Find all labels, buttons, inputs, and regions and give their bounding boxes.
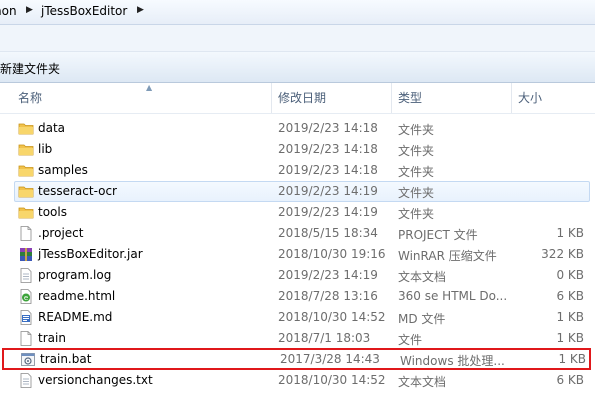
file-name: README.md: [38, 310, 113, 324]
md-file-icon: [18, 310, 34, 325]
sort-ascending-icon: ▲: [146, 83, 153, 92]
file-type: Windows 批处理...: [400, 354, 505, 368]
text-file-icon: [18, 268, 34, 283]
text-file-icon: [18, 373, 34, 388]
folder-icon: [18, 163, 34, 178]
batch-gear-icon: [20, 352, 36, 367]
column-date[interactable]: 修改日期: [272, 83, 392, 113]
menu-bar: (: [0, 25, 595, 52]
file-size: 6 KB: [556, 373, 584, 387]
breadcrumb-current[interactable]: jTessBoxEditor: [41, 4, 127, 18]
column-name[interactable]: 名称 ▲: [12, 83, 272, 113]
file-row-jar[interactable]: jTessBoxEditor.jar 2018/10/30 19:16 WinR…: [14, 244, 590, 265]
file-row-project[interactable]: .project 2018/5/15 18:34 PROJECT 文件 1 KB: [14, 223, 590, 244]
address-bar[interactable]: non ▶ jTessBoxEditor ▶: [0, 0, 595, 25]
file-row-samples[interactable]: samples 2019/2/23 14:18 文件夹: [14, 160, 590, 181]
file-type: 文本文档: [398, 270, 447, 284]
file-type: PROJECT 文件: [398, 228, 478, 242]
file-date: 2019/2/23 14:19: [278, 268, 378, 282]
column-type[interactable]: 类型: [392, 83, 512, 113]
browser-html-icon: e: [18, 289, 34, 304]
breadcrumb-parent[interactable]: non: [0, 4, 17, 18]
folder-icon: [18, 205, 34, 220]
file-type: 文件夹: [398, 186, 435, 200]
file-date: 2017/3/28 14:43: [280, 352, 380, 366]
command-toolbar: 新建文件夹: [0, 52, 595, 83]
file-row-readme-md[interactable]: README.md 2018/10/30 14:52 MD 文件 1 KB: [14, 307, 590, 328]
file-size: 1 KB: [558, 352, 586, 366]
folder-icon: [18, 121, 34, 136]
file-row-data[interactable]: data 2019/2/23 14:18 文件夹: [14, 118, 590, 139]
file-size: 0 KB: [556, 268, 584, 282]
file-type: 文件夹: [398, 207, 435, 221]
file-date: 2018/10/30 19:16: [278, 247, 386, 261]
blank-file-icon: [18, 331, 34, 346]
file-row-lib[interactable]: lib 2019/2/23 14:18 文件夹: [14, 139, 590, 160]
svg-text:e: e: [24, 294, 28, 302]
file-row-tesseract-ocr[interactable]: tesseract-ocr 2019/2/23 14:19 文件夹: [14, 181, 590, 202]
file-type: 文本文档: [398, 375, 447, 389]
file-row-train[interactable]: train 2018/7/1 18:03 文件 1 KB: [14, 328, 590, 349]
file-size: 6 KB: [556, 289, 584, 303]
file-type: WinRAR 压缩文件: [398, 249, 497, 263]
file-type: 360 se HTML Do...: [398, 289, 508, 303]
file-type: 文件夹: [398, 165, 435, 179]
file-size: 1 KB: [556, 226, 584, 240]
file-type: MD 文件: [398, 312, 446, 326]
file-date: 2018/7/1 18:03: [278, 331, 371, 345]
blank-file-icon: [18, 226, 34, 241]
file-name: versionchanges.txt: [38, 373, 153, 387]
file-row-readme-html[interactable]: e readme.html 2018/7/28 13:16 360 se HTM…: [14, 286, 590, 307]
file-size: 1 KB: [556, 331, 584, 345]
file-row-tools[interactable]: tools 2019/2/23 14:19 文件夹: [14, 202, 590, 223]
file-name: program.log: [38, 268, 112, 282]
breadcrumb-dropdown-icon[interactable]: ▶: [137, 5, 144, 15]
file-row-versionchanges[interactable]: versionchanges.txt 2018/10/30 14:52 文本文档…: [14, 370, 590, 391]
file-date: 2018/5/15 18:34: [278, 226, 378, 240]
file-date: 2018/7/28 13:16: [278, 289, 378, 303]
file-type: 文件: [398, 333, 423, 347]
file-row-train-bat[interactable]: train.bat 2017/3/28 14:43 Windows 批处理...…: [2, 348, 591, 370]
file-date: 2019/2/23 14:18: [278, 121, 378, 135]
folder-icon: [18, 142, 34, 157]
file-name: data: [38, 121, 66, 135]
file-name: .project: [38, 226, 84, 240]
file-size: 322 KB: [541, 247, 584, 261]
file-date: 2019/2/23 14:18: [278, 142, 378, 156]
file-name: samples: [38, 163, 88, 177]
file-name: lib: [38, 142, 53, 156]
file-name: readme.html: [38, 289, 116, 303]
file-name: tesseract-ocr: [38, 184, 117, 198]
column-size[interactable]: 大小: [512, 83, 595, 113]
file-type: 文件夹: [398, 123, 435, 137]
file-date: 2019/2/23 14:19: [278, 184, 378, 198]
winrar-archive-icon: [18, 247, 34, 262]
breadcrumb-arrow-icon[interactable]: ▶: [26, 5, 33, 15]
file-name: train: [38, 331, 66, 345]
file-size: 1 KB: [556, 310, 584, 324]
file-date: 2018/10/30 14:52: [278, 373, 386, 387]
file-type: 文件夹: [398, 144, 435, 158]
menu-item-clipped[interactable]: (: [0, 31, 4, 45]
file-name: jTessBoxEditor.jar: [38, 247, 143, 261]
file-date: 2019/2/23 14:19: [278, 205, 378, 219]
new-folder-button[interactable]: 新建文件夹: [0, 60, 60, 77]
file-name: tools: [38, 205, 67, 219]
column-header: 名称 ▲ 修改日期 类型 大小: [0, 83, 595, 114]
file-row-program-log[interactable]: program.log 2019/2/23 14:19 文本文档 0 KB: [14, 265, 590, 286]
file-name: train.bat: [40, 352, 92, 366]
file-date: 2019/2/23 14:18: [278, 163, 378, 177]
folder-icon: [18, 184, 34, 199]
file-date: 2018/10/30 14:52: [278, 310, 386, 324]
